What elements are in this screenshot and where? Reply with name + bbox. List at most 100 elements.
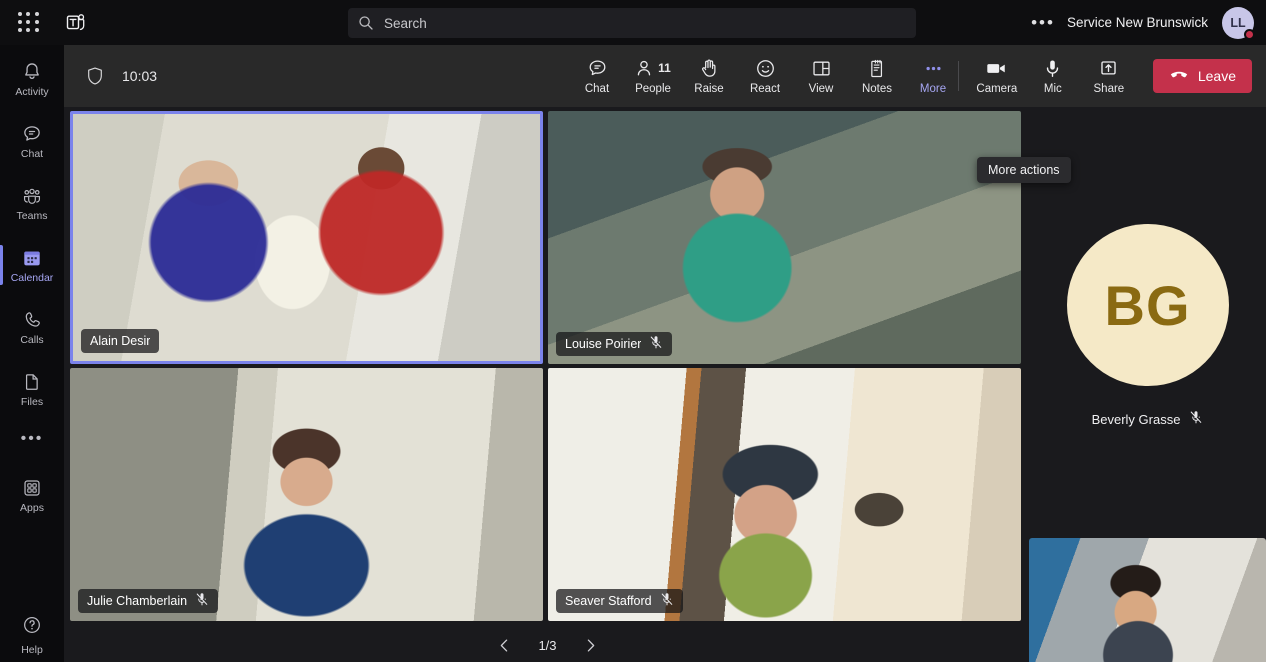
- share-button[interactable]: Share: [1081, 49, 1137, 103]
- sidebar-item-label: Files: [20, 396, 44, 409]
- self-video: [1029, 538, 1266, 662]
- meeting-toolbar-left: 10:03: [64, 66, 364, 86]
- more-dots-icon: [922, 56, 945, 80]
- participant-name: Seaver Stafford: [565, 594, 652, 608]
- sidebar-item-label: Help: [21, 644, 43, 656]
- apps-grid-icon: [21, 476, 43, 500]
- mic-button[interactable]: Mic: [1025, 49, 1081, 103]
- video-tile[interactable]: Julie Chamberlain: [70, 368, 543, 621]
- layout-grid-icon: [810, 56, 833, 80]
- toolbar-divider: [957, 61, 959, 91]
- participant-name: Beverly Grasse: [1091, 411, 1181, 427]
- participant-name: Julie Chamberlain: [87, 594, 188, 608]
- left-navigation-rail: Activity Chat Teams Calendar Calls Files…: [0, 45, 64, 662]
- react-button[interactable]: React: [737, 49, 793, 103]
- avatar-initials: BG: [1104, 273, 1191, 337]
- avatar: BG: [1066, 224, 1229, 386]
- video-tile[interactable]: Seaver Stafford: [548, 368, 1021, 621]
- camera-icon: [984, 56, 1009, 80]
- participant-nameplate: Julie Chamberlain: [78, 589, 219, 613]
- notes-button[interactable]: Notes: [849, 49, 905, 103]
- organization-name: Service New Brunswick: [1066, 15, 1208, 30]
- presence-busy-icon: [1244, 28, 1255, 40]
- meeting-toolbar-center: Chat 11 People Raise React View Notes Mo…: [569, 45, 961, 107]
- sidebar-item-calendar[interactable]: Calendar: [0, 237, 64, 293]
- raise-button-label: Raise: [694, 83, 724, 96]
- video-tile[interactable]: Louise Poirier: [548, 111, 1021, 364]
- self-view-tile[interactable]: [1029, 538, 1266, 662]
- titlebar-right-group: ••• Service New Brunswick LL: [1019, 0, 1266, 45]
- search-bar[interactable]: [348, 8, 916, 38]
- app-launcher-icon[interactable]: [18, 11, 40, 34]
- search-input[interactable]: [384, 15, 906, 31]
- participant-video: [73, 114, 540, 361]
- meeting-elapsed-time: 10:03: [122, 68, 158, 84]
- more-button-label: More: [919, 83, 947, 96]
- muted-mic-icon: [1189, 410, 1203, 428]
- sidebar-item-files[interactable]: Files: [0, 361, 64, 417]
- react-button-label: React: [749, 83, 781, 96]
- notes-icon: [866, 56, 889, 80]
- sidebar-item-help[interactable]: Help: [0, 614, 64, 656]
- sidebar-item-activity[interactable]: Activity: [0, 51, 64, 107]
- chat-button-label: Chat: [584, 83, 610, 96]
- sidebar-item-teams[interactable]: Teams: [0, 175, 64, 231]
- view-button[interactable]: View: [793, 49, 849, 103]
- participant-video: [548, 111, 1021, 364]
- participant-nameplate: Alain Desir: [81, 329, 160, 353]
- meeting-toolbar: 10:03 Chat 11 People Raise React View No…: [64, 45, 1266, 107]
- camera-button-label: Camera: [976, 83, 1018, 96]
- people-icon: 11: [635, 56, 671, 80]
- chat-button[interactable]: Chat: [569, 49, 625, 103]
- teams-meeting-window: ••• Service New Brunswick LL Activity Ch…: [0, 0, 1266, 662]
- previous-page-button[interactable]: [492, 632, 518, 658]
- help-icon: [21, 614, 43, 641]
- participant-nameplate: Louise Poirier: [556, 332, 673, 356]
- people-icon: [21, 184, 43, 208]
- share-arrow-icon: [1097, 56, 1120, 80]
- sidebar-item-calls[interactable]: Calls: [0, 299, 64, 355]
- mic-button-label: Mic: [1043, 83, 1062, 96]
- avatar-participant-caption: Beverly Grasse: [1092, 410, 1204, 428]
- title-bar: ••• Service New Brunswick LL: [0, 0, 1266, 45]
- calendar-icon: [21, 246, 43, 270]
- sidebar-item-label: Calls: [20, 334, 44, 347]
- smiley-icon: [754, 56, 777, 80]
- user-avatar[interactable]: LL: [1222, 6, 1255, 40]
- hangup-icon: [1169, 68, 1189, 85]
- chat-bubble-icon: [21, 122, 43, 146]
- people-count-badge: 11: [658, 61, 671, 76]
- muted-mic-icon: [649, 335, 663, 353]
- raise-hand-button[interactable]: Raise: [681, 49, 737, 103]
- teams-logo-icon[interactable]: [62, 10, 88, 36]
- encryption-shield-icon: [86, 66, 104, 86]
- leave-button-label: Leave: [1197, 68, 1236, 84]
- sidebar-item-label: Activity: [15, 86, 49, 99]
- video-gallery-grid: Alain Desir Louise Poirier Julie Chamber…: [70, 111, 1025, 662]
- sidebar-item-label: Chat: [20, 148, 44, 161]
- participant-nameplate: Seaver Stafford: [556, 589, 683, 613]
- meeting-toolbar-right: Camera Mic Share Leave: [948, 45, 1252, 107]
- participant-video: [548, 368, 1021, 621]
- sidebar-item-chat[interactable]: Chat: [0, 113, 64, 169]
- bell-icon: [21, 60, 43, 84]
- people-button[interactable]: 11 People: [625, 49, 681, 103]
- sidebar-item-label: Calendar: [10, 272, 54, 285]
- user-avatar-initials: LL: [1230, 15, 1246, 30]
- search-icon: [359, 16, 373, 30]
- gallery-pagination: 1/3: [70, 628, 1025, 662]
- next-page-button[interactable]: [578, 632, 604, 658]
- sidebar-item-apps[interactable]: Apps: [0, 467, 64, 523]
- right-participant-column: BG Beverly Grasse: [1029, 111, 1266, 662]
- camera-button[interactable]: Camera: [969, 49, 1025, 103]
- titlebar-more-button[interactable]: •••: [1019, 14, 1067, 31]
- video-tile[interactable]: Alain Desir: [70, 111, 543, 364]
- participant-video: [70, 368, 543, 621]
- meeting-stage: 10:03 Chat 11 People Raise React View No…: [64, 45, 1266, 662]
- sidebar-more-button[interactable]: •••: [0, 417, 64, 461]
- people-button-label: People: [635, 83, 671, 96]
- more-actions-tooltip: More actions: [977, 157, 1071, 183]
- sidebar-item-label: Teams: [16, 210, 48, 223]
- leave-button[interactable]: Leave: [1152, 59, 1252, 93]
- participant-name: Louise Poirier: [565, 337, 642, 351]
